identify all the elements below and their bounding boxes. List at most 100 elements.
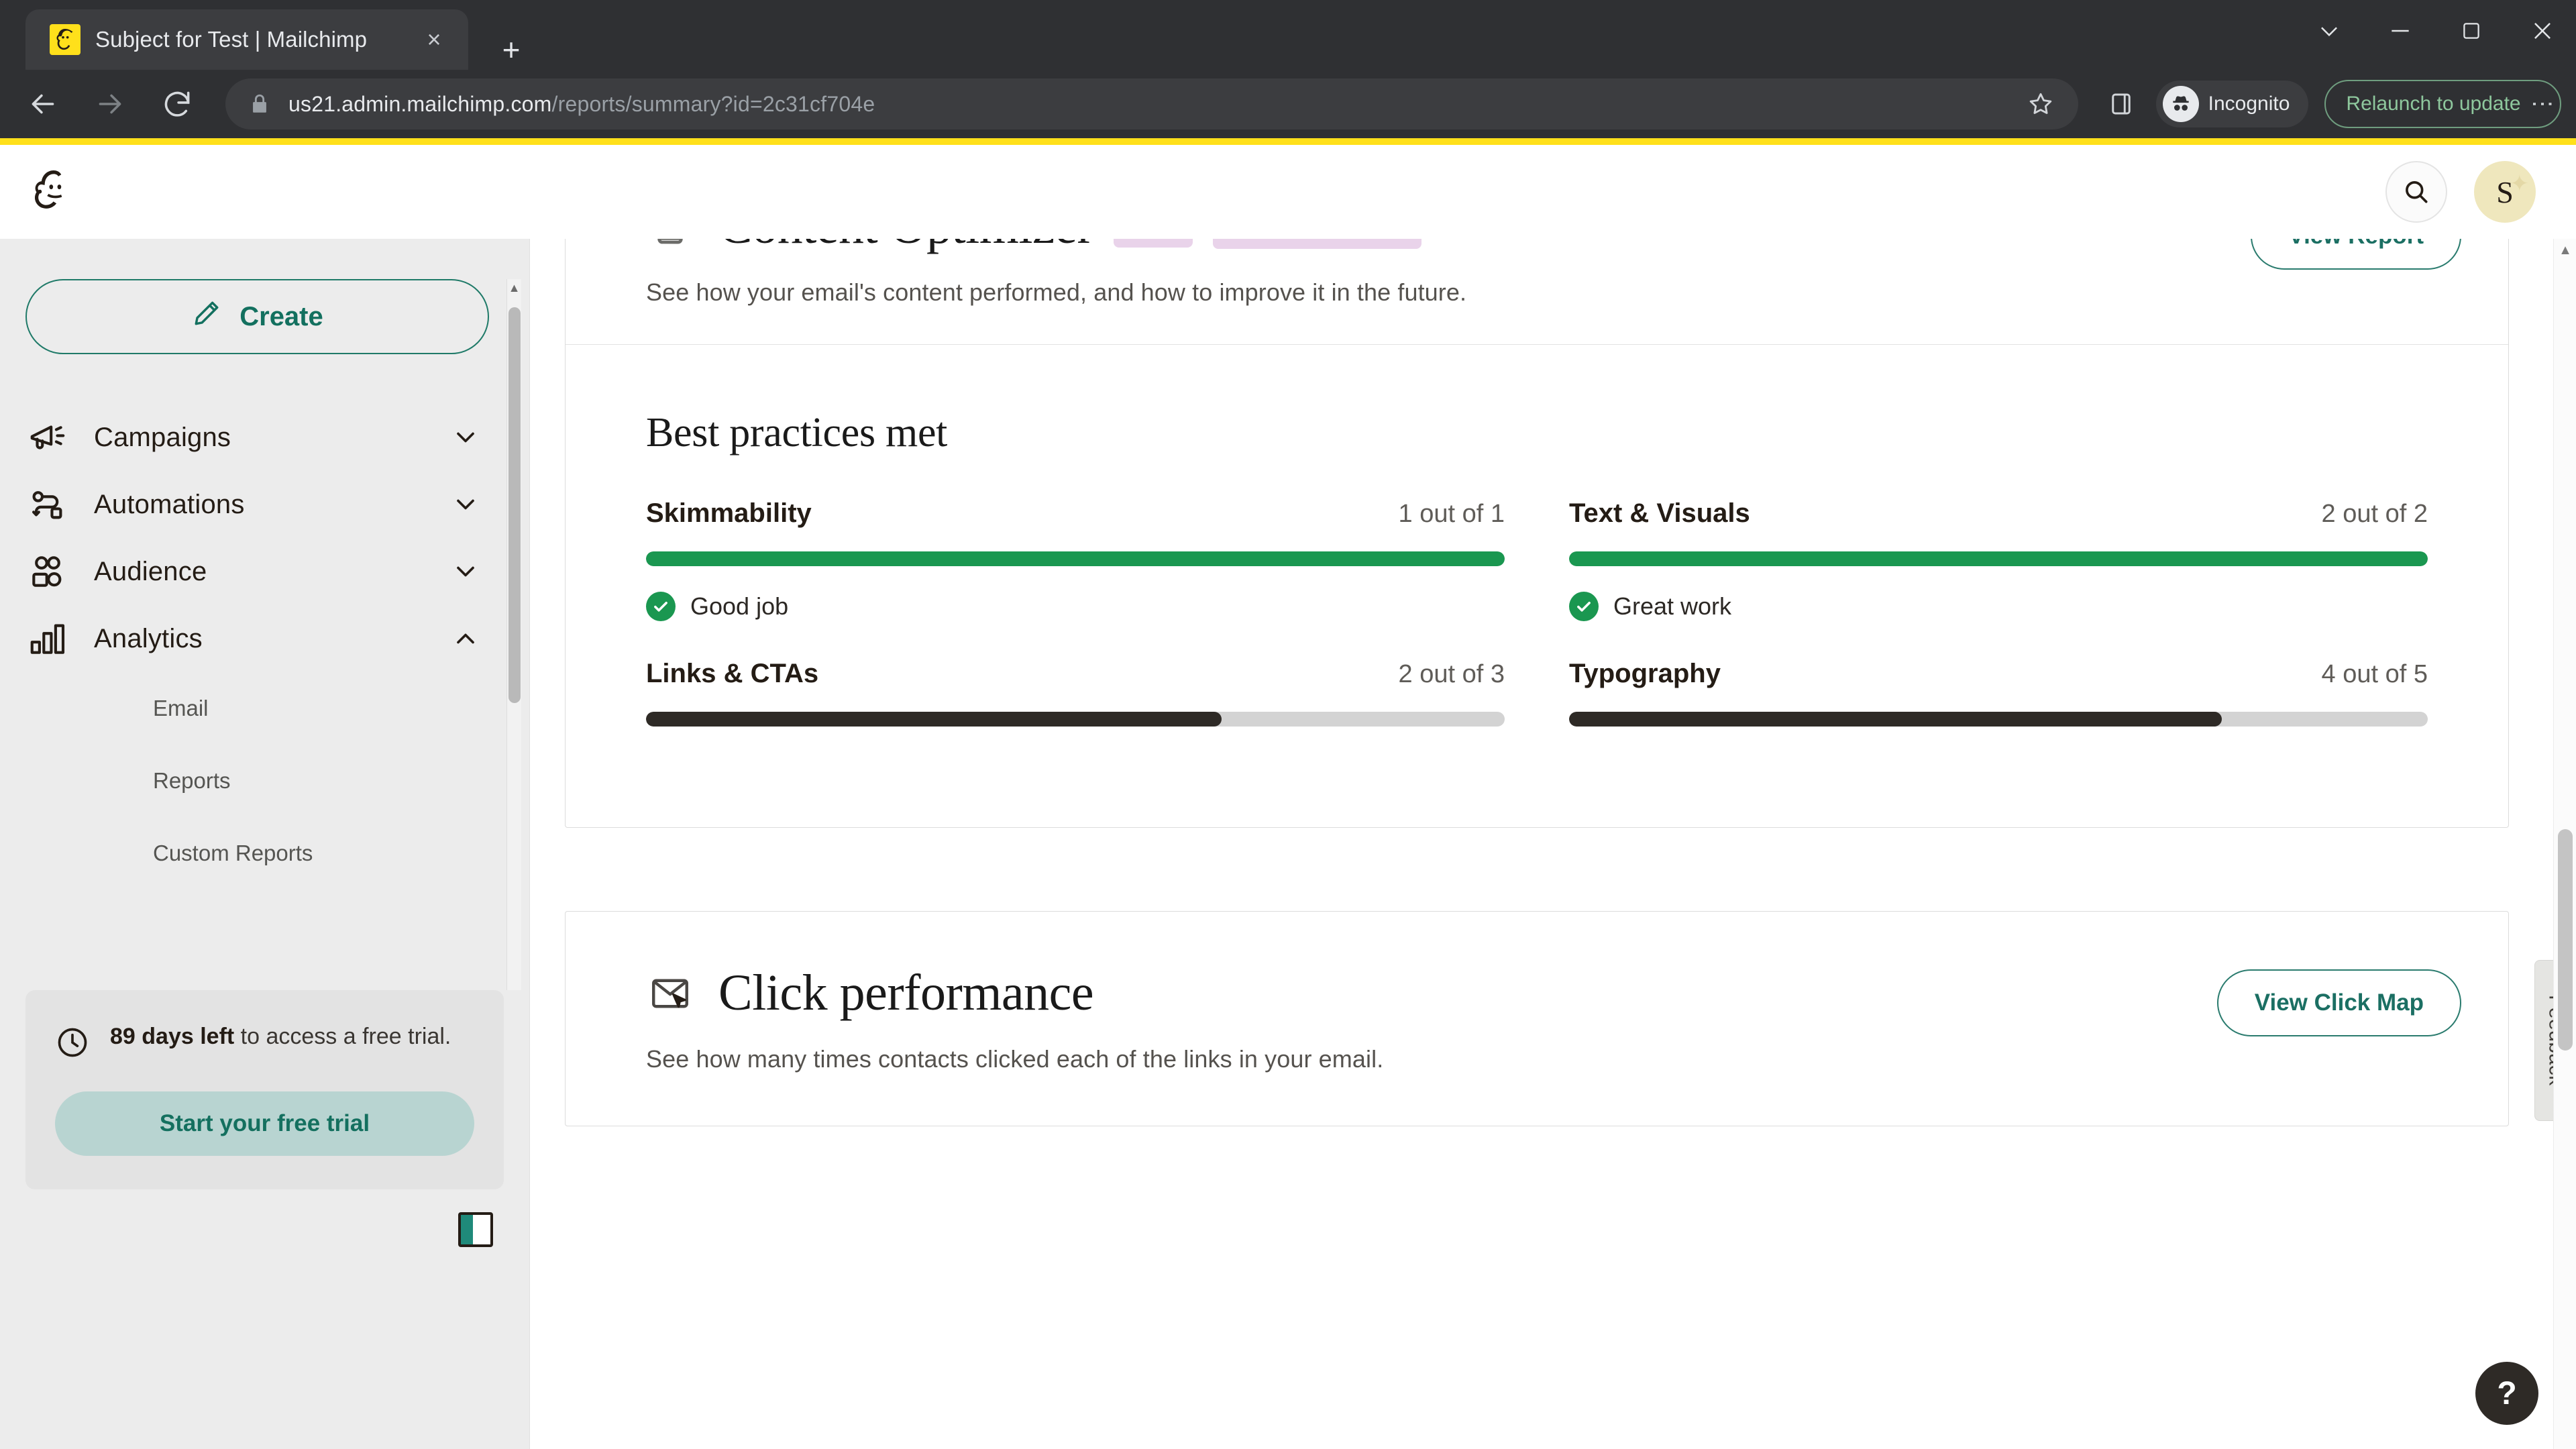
lock-icon — [248, 93, 271, 115]
collapse-sidebar-icon[interactable] — [458, 1212, 493, 1247]
sidebar-item-automations[interactable]: Automations — [25, 471, 489, 538]
incognito-indicator[interactable]: Incognito — [2155, 80, 2309, 127]
check-icon — [646, 592, 676, 621]
chevron-up-icon[interactable] — [449, 622, 482, 655]
scroll-down-icon[interactable]: ▼ — [507, 986, 522, 990]
chevron-down-icon[interactable] — [449, 421, 482, 454]
close-window-icon[interactable] — [2524, 12, 2561, 50]
page-loading-accent — [0, 138, 2576, 145]
view-report-button[interactable]: View Report — [2251, 239, 2461, 270]
sidebar-item-audience[interactable]: Audience — [25, 538, 489, 605]
scroll-up-icon[interactable]: ▲ — [507, 279, 522, 297]
create-button-label: Create — [239, 301, 323, 331]
best-practice-name: Links & CTAs — [646, 659, 819, 688]
new-tab-button[interactable]: + — [491, 30, 531, 70]
page-scrollbar-thumb[interactable] — [2558, 829, 2573, 1051]
content-optimizer-title-row: Content Optimizer New Standard Plan — [646, 239, 2251, 256]
content-optimizer-header: Content Optimizer New Standard Plan — [566, 239, 2508, 345]
page-scroll-up-icon[interactable]: ▲ — [2554, 239, 2576, 262]
sidebar-item-label: Audience — [94, 556, 207, 586]
progress-bar-fill — [1569, 712, 2222, 727]
mailchimp-app: S ✦ Create Campaigns Automations Audienc… — [0, 145, 2576, 1449]
progress-bar-fill — [1569, 551, 2428, 566]
browser-menu-icon[interactable]: ⋮ — [2530, 93, 2555, 115]
sidebar-subitem-email[interactable]: Email — [25, 672, 489, 745]
best-practice-name: Skimmability — [646, 498, 812, 528]
free-trial-card: 89 days left to access a free trial. Sta… — [25, 990, 504, 1189]
create-button[interactable]: Create — [25, 279, 489, 354]
trial-message-rest: to access a free trial. — [234, 1024, 451, 1049]
trial-days-left: 89 days left — [110, 1024, 235, 1049]
best-practice-head: Typography 4 out of 5 — [1569, 659, 2428, 689]
best-practice-name: Typography — [1569, 659, 1721, 688]
browser-tab[interactable]: Subject for Test | Mailchimp × — [25, 9, 468, 70]
search-icon[interactable] — [2385, 161, 2447, 223]
best-practices-section: Best practices met Skimmability 1 out of… — [566, 345, 2508, 827]
page-scrollbar[interactable]: ▲ ▼ — [2553, 239, 2576, 1449]
sidebar-subitem-reports[interactable]: Reports — [25, 745, 489, 817]
minimize-to-tray-icon[interactable] — [2310, 12, 2348, 50]
automation-icon — [25, 482, 70, 527]
back-icon[interactable] — [17, 78, 68, 129]
progress-bar — [1569, 551, 2428, 566]
click-map-icon — [646, 969, 694, 1018]
url-path: /reports/summary?id=2c31cf704e — [551, 91, 875, 116]
trial-message-row: 89 days left to access a free trial. — [55, 1021, 474, 1063]
view-click-map-button[interactable]: View Click Map — [2216, 969, 2461, 1036]
collapse-icon-left — [461, 1215, 473, 1244]
relaunch-to-update-button[interactable]: Relaunch to update ⋮ — [2324, 80, 2561, 128]
progress-bar — [646, 712, 1505, 727]
tab-title: Subject for Test | Mailchimp — [95, 27, 368, 52]
reload-icon[interactable] — [152, 78, 203, 129]
flask-icon — [646, 239, 694, 251]
sidebar-item-label: Automations — [94, 489, 245, 519]
window-controls — [2310, 12, 2561, 50]
browser-toolbar: us21.admin.mailchimp.com/reports/summary… — [0, 70, 2576, 138]
sidebar-scrollbar-thumb[interactable] — [508, 307, 521, 703]
main-content: Content Optimizer New Standard Plan — [530, 239, 2576, 1449]
bookmark-star-icon[interactable] — [2019, 83, 2062, 125]
sidebar-collapse-row — [25, 1189, 504, 1266]
sidebar-item-campaigns[interactable]: Campaigns — [25, 404, 489, 471]
best-practice-head: Text & Visuals 2 out of 2 — [1569, 498, 2428, 529]
sidebar-item-analytics[interactable]: Analytics — [25, 605, 489, 672]
avatar[interactable]: S ✦ — [2474, 161, 2536, 223]
address-bar[interactable]: us21.admin.mailchimp.com/reports/summary… — [225, 78, 2078, 129]
maximize-icon[interactable] — [2453, 12, 2490, 50]
app-header: S ✦ — [0, 145, 2576, 239]
click-performance-title: Click performance — [718, 965, 1094, 1021]
chevron-down-icon[interactable] — [449, 555, 482, 588]
progress-bar — [1569, 712, 2428, 727]
progress-bar-fill — [646, 551, 1505, 566]
sidebar-subitem-custom-reports[interactable]: Custom Reports — [25, 817, 489, 890]
progress-bar — [646, 551, 1505, 566]
pencil-icon — [191, 298, 222, 335]
click-performance-left: Click performance See how many times con… — [646, 964, 2217, 1073]
side-panel-icon[interactable] — [2100, 83, 2143, 125]
mailchimp-logo-icon[interactable] — [23, 163, 80, 221]
click-performance-description: See how many times contacts clicked each… — [646, 1045, 1384, 1073]
sidebar-scrollbar[interactable]: ▲ ▼ — [506, 279, 521, 990]
best-practice-score: 2 out of 3 — [1398, 660, 1505, 688]
best-practice-head: Links & CTAs 2 out of 3 — [646, 659, 1505, 689]
best-practice-status-label: Good job — [690, 592, 789, 620]
trial-message: 89 days left to access a free trial. — [110, 1021, 451, 1053]
incognito-label: Incognito — [2208, 93, 2290, 115]
tab-close-icon[interactable]: × — [419, 24, 449, 55]
best-practice-head: Skimmability 1 out of 1 — [646, 498, 1505, 529]
progress-bar-fill — [646, 712, 1222, 727]
url-host: us21.admin.mailchimp.com — [288, 91, 552, 116]
page-title: Content Optimizer — [718, 239, 1094, 256]
status-badge-plan: Standard Plan — [1213, 239, 1422, 249]
best-practices-grid: Skimmability 1 out of 1 Good job Text & … — [646, 498, 2428, 727]
app-header-actions: S ✦ — [2385, 161, 2536, 223]
best-practice-score: 1 out of 1 — [1398, 500, 1505, 528]
best-practice-item: Skimmability 1 out of 1 Good job — [646, 498, 1505, 621]
chevron-down-icon[interactable] — [449, 488, 482, 521]
start-free-trial-button[interactable]: Start your free trial — [55, 1091, 474, 1156]
sidebar-scroll-area: Create Campaigns Automations Audience An… — [0, 239, 529, 990]
audience-icon — [25, 549, 70, 594]
minimize-icon[interactable] — [2381, 12, 2419, 50]
check-icon — [1569, 592, 1599, 621]
help-button[interactable]: ? — [2475, 1362, 2538, 1425]
